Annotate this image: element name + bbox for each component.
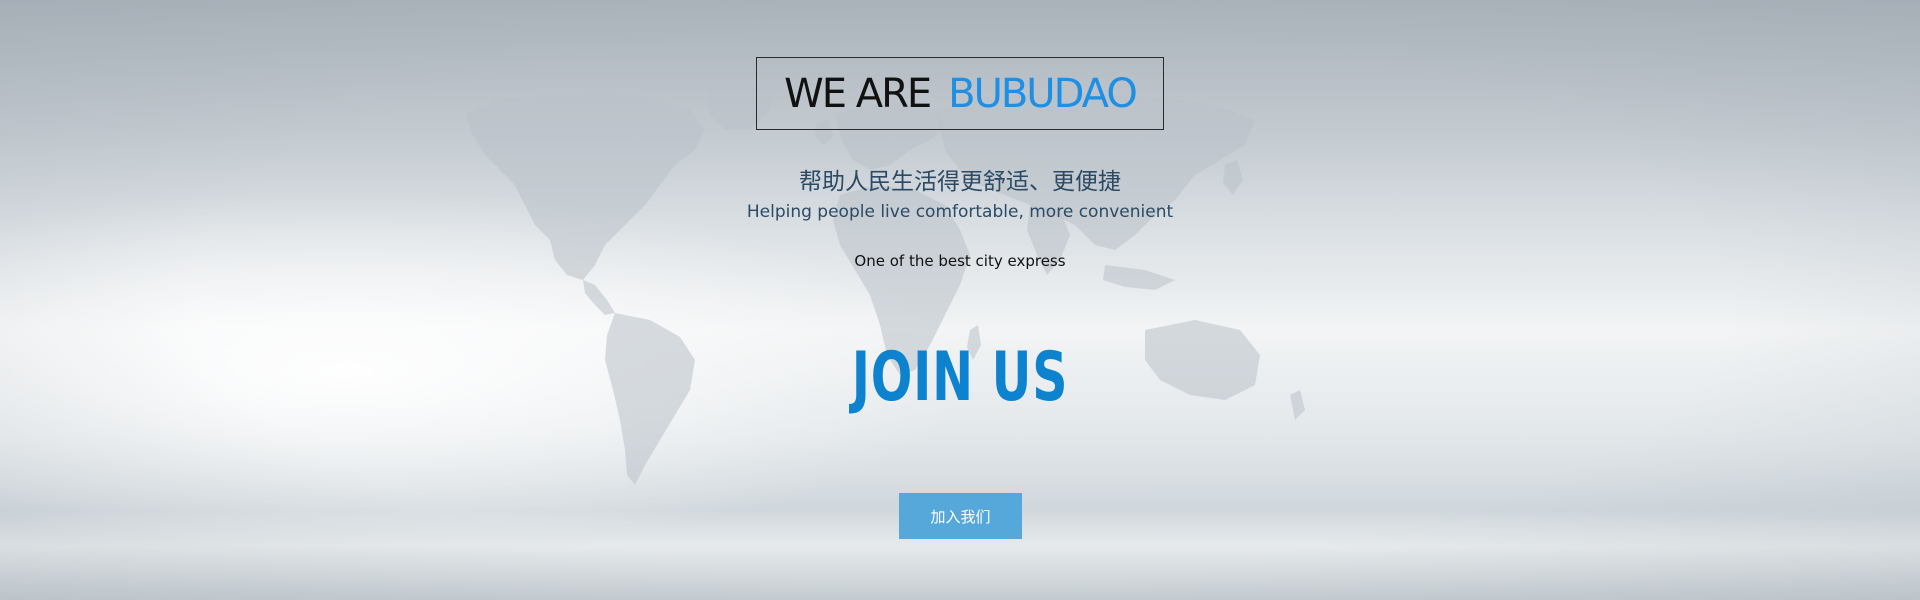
hero-content: WE ARE BUBUDAO 帮助人民生活得更舒适、更便捷 Helping pe…	[0, 0, 1920, 600]
join-us-headline: JOIN US	[851, 338, 1069, 417]
title-brand-name: BUBUDAO	[948, 70, 1138, 117]
slogan-chinese: 帮助人民生活得更舒适、更便捷	[799, 169, 1121, 195]
title-we-are: WE ARE	[784, 70, 932, 117]
hero-banner: WE ARE BUBUDAO 帮助人民生活得更舒适、更便捷 Helping pe…	[0, 0, 1920, 600]
title-box: WE ARE BUBUDAO	[756, 57, 1164, 130]
slogan-english: Helping people live comfortable, more co…	[746, 202, 1174, 222]
tagline: One of the best city express	[854, 252, 1066, 270]
join-us-button[interactable]: 加入我们	[899, 493, 1022, 539]
